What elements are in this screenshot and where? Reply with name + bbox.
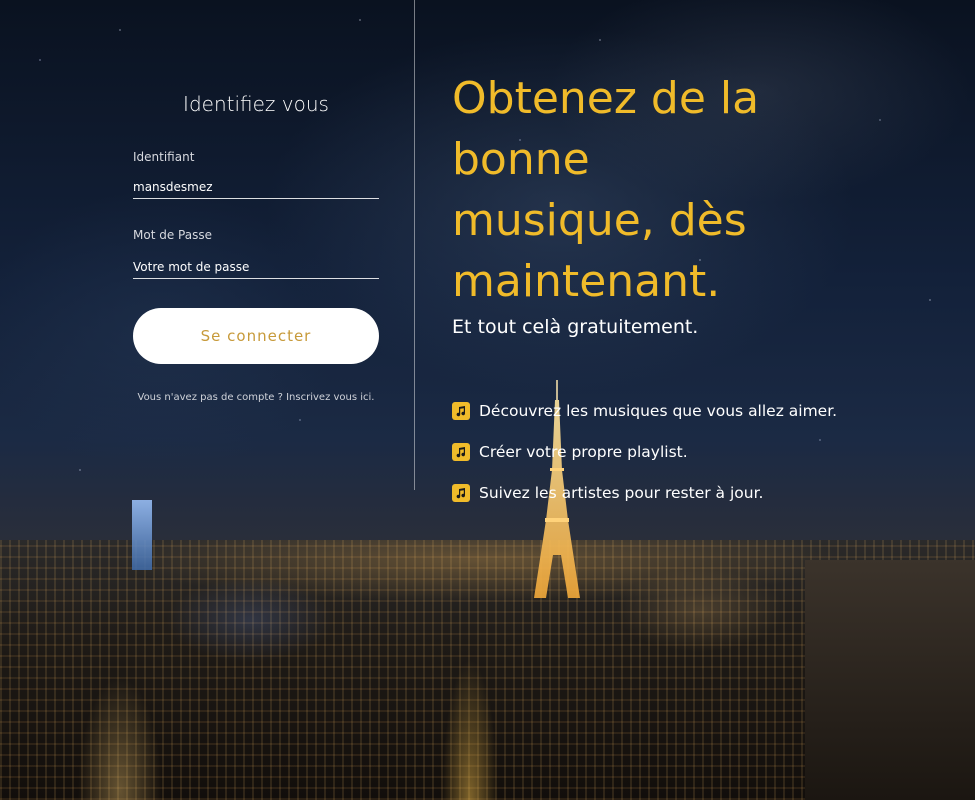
music-note-icon — [452, 484, 470, 502]
headline-line-2: musique, dès — [452, 195, 747, 246]
music-note-icon — [452, 443, 470, 461]
login-button[interactable]: Se connecter — [133, 308, 379, 364]
feature-list: Découvrez les musiques que vous allez ai… — [452, 398, 837, 521]
rooftop-foreground — [805, 560, 975, 800]
signup-link-row: Vous n'avez pas de compte ? Inscrivez vo… — [113, 392, 399, 403]
feature-text: Découvrez les musiques que vous allez ai… — [479, 402, 838, 420]
music-note-icon — [452, 402, 470, 420]
password-input[interactable] — [133, 256, 379, 279]
feature-text: Créer votre propre playlist. — [479, 443, 688, 461]
subheadline: Et tout celà gratuitement. — [452, 316, 699, 338]
username-input[interactable] — [133, 176, 379, 199]
password-label: Mot de Passe — [133, 228, 212, 242]
headline: Obtenez de la bonne musique, dès mainten… — [452, 68, 872, 312]
headline-line-3: maintenant. — [452, 256, 721, 307]
tower-building — [132, 500, 152, 570]
feature-item: Découvrez les musiques que vous allez ai… — [452, 398, 837, 424]
signup-link[interactable]: Vous n'avez pas de compte ? Inscrivez vo… — [138, 392, 375, 403]
vertical-divider — [414, 0, 415, 490]
username-label: Identifiant — [133, 150, 195, 164]
feature-text: Suivez les artistes pour rester à jour. — [479, 484, 764, 502]
login-title: Identifiez vous — [183, 92, 329, 116]
feature-item: Suivez les artistes pour rester à jour. — [452, 480, 837, 506]
headline-line-1: Obtenez de la bonne — [452, 73, 760, 185]
feature-item: Créer votre propre playlist. — [452, 439, 837, 465]
